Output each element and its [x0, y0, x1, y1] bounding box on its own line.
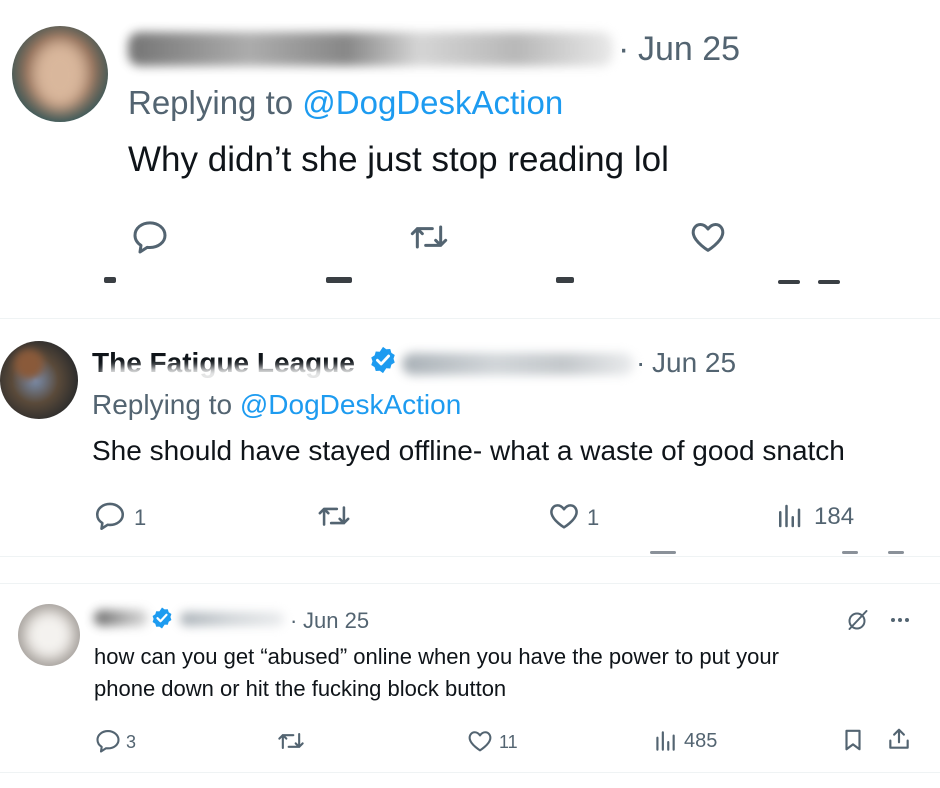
- clipped-fragment: [650, 551, 676, 554]
- clipped-fragment: [556, 277, 574, 283]
- reply-icon[interactable]: [94, 727, 122, 755]
- clipped-fragment: [842, 551, 858, 554]
- tweet-text-line-2: phone down or hit the fucking block butt…: [94, 676, 507, 701]
- replying-label: Replying to: [92, 389, 233, 420]
- tweet-2[interactable]: The Fatigue League · Jun 25 Replying to …: [0, 319, 940, 555]
- name-blur-overlay: [100, 367, 370, 385]
- like-icon[interactable]: [466, 727, 494, 755]
- tweet-text: She should have stayed offline- what a w…: [92, 435, 845, 466]
- views-icon[interactable]: [774, 501, 804, 531]
- divider: [0, 772, 940, 773]
- replying-to: Replying to @DogDeskAction: [92, 389, 461, 421]
- clipped-fragment: [104, 277, 116, 283]
- verified-badge-icon: [371, 346, 395, 374]
- avatar[interactable]: [12, 26, 108, 122]
- view-count: 184: [814, 503, 855, 530]
- replying-handle-link[interactable]: @DogDeskAction: [302, 84, 563, 121]
- display-name-redacted: [94, 610, 148, 626]
- retweet-icon[interactable]: [276, 727, 306, 755]
- reply-count: 3: [126, 732, 137, 752]
- clipped-fragment: [326, 277, 352, 283]
- clipped-fragment: [778, 280, 800, 284]
- like-icon[interactable]: [547, 499, 581, 533]
- like-count: 11: [499, 732, 518, 752]
- like-count: 1: [587, 505, 600, 530]
- like-icon[interactable]: [688, 217, 728, 257]
- handle-redacted: [180, 612, 284, 626]
- avatar[interactable]: [18, 604, 80, 666]
- views-icon[interactable]: [652, 728, 678, 754]
- reply-count: 1: [134, 505, 147, 530]
- replying-to: Replying to @DogDeskAction: [128, 84, 563, 122]
- clipped-fragment: [888, 551, 904, 554]
- retweet-icon[interactable]: [408, 217, 450, 257]
- tweet-text: Why didn’t she just stop reading lol: [128, 140, 669, 179]
- replying-label: Replying to: [128, 84, 294, 121]
- reply-icon[interactable]: [93, 499, 127, 533]
- tweet-text-line-1: how can you get “abused” online when you…: [94, 644, 779, 669]
- view-count: 485: [684, 730, 718, 752]
- tweet-1[interactable]: · Jun 25 Replying to @DogDeskAction Why …: [0, 0, 940, 318]
- clipped-fragment: [818, 280, 840, 284]
- tweet-3[interactable]: · Jun 25 how can you get “abused” online…: [0, 584, 940, 788]
- date-separator: ·: [618, 30, 630, 68]
- avatar[interactable]: [0, 341, 78, 419]
- tweet-date[interactable]: Jun 25: [652, 347, 736, 379]
- date-separator: ·: [636, 347, 646, 378]
- display-name-redacted: [128, 32, 613, 66]
- date-separator: ·: [290, 608, 298, 633]
- bookmark-icon[interactable]: [840, 727, 866, 753]
- more-options-icon[interactable]: [888, 608, 912, 632]
- grok-icon[interactable]: [846, 608, 870, 632]
- reply-icon[interactable]: [130, 217, 170, 257]
- tweet-date[interactable]: Jun 25: [638, 30, 740, 69]
- verified-badge-icon: [152, 607, 172, 629]
- handle-redacted: [402, 353, 634, 375]
- tweet-date[interactable]: Jun 25: [303, 608, 369, 634]
- replying-handle-link[interactable]: @DogDeskAction: [240, 389, 461, 420]
- divider: [0, 556, 940, 557]
- retweet-icon[interactable]: [316, 499, 352, 533]
- share-icon[interactable]: [886, 726, 912, 752]
